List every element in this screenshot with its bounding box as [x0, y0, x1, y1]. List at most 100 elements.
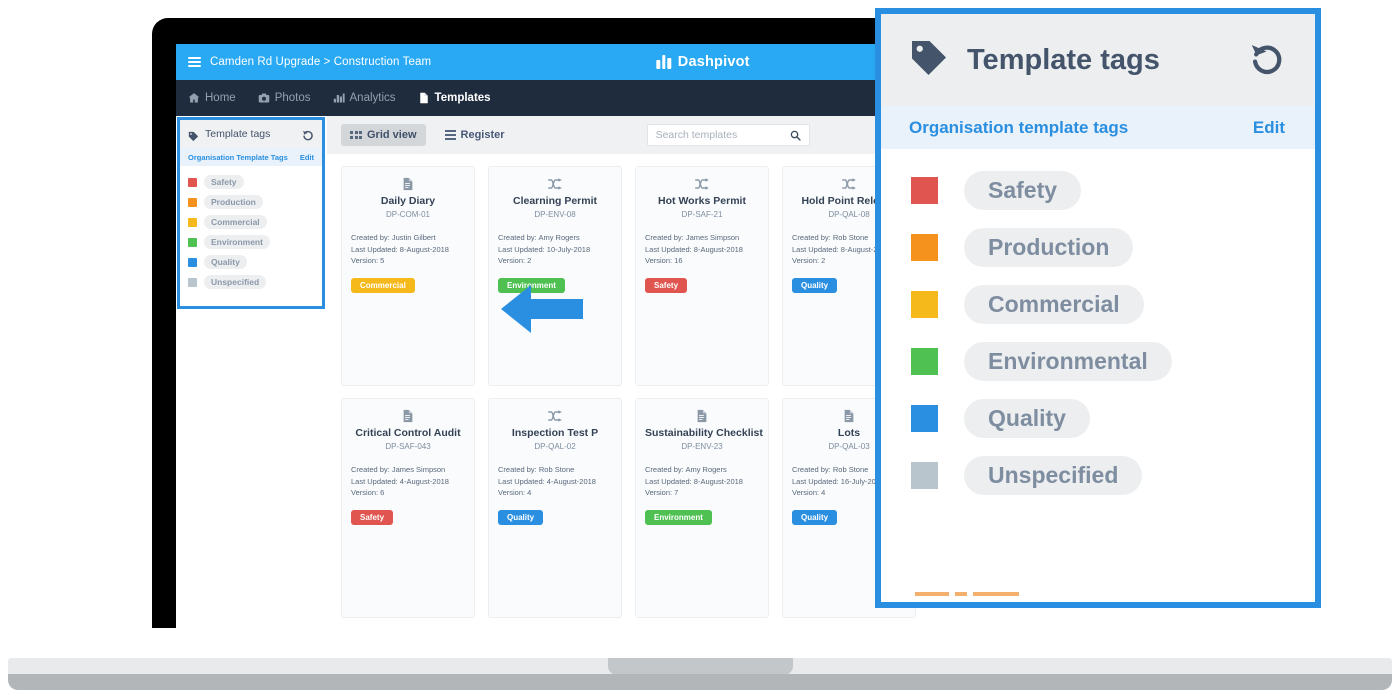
tag-color-swatch	[188, 217, 197, 227]
tag-label: Environment	[204, 235, 270, 249]
template-tags-zoom-panel: Template tags Organisation template tags…	[875, 8, 1321, 608]
template-card-created-by: Created by: James Simpson	[351, 465, 446, 474]
template-card-title: Critical Control Audit	[355, 427, 461, 439]
search-icon[interactable]	[790, 130, 801, 141]
zoom-panel-tag-row[interactable]: Quality	[911, 399, 1315, 438]
template-card[interactable]: Daily Diary DP-COM-01 Created by: Justin G…	[341, 166, 475, 386]
sidebar-tag-row[interactable]: Safety	[188, 175, 322, 189]
nav-item-home[interactable]: Home	[188, 92, 236, 104]
tag-color-swatch	[188, 177, 197, 187]
nav-item-analytics[interactable]: Analytics	[333, 92, 396, 104]
sidebar-tag-row[interactable]: Production	[188, 195, 322, 209]
flow-icon	[498, 177, 612, 193]
template-card[interactable]: Sustainability Checklist DP-ENV-23 Created…	[635, 398, 769, 618]
nav-item-photos[interactable]: Photos	[258, 92, 311, 104]
sidebar-header: Template tags	[180, 120, 322, 148]
sidebar-tag-list: Safety Production Commercial Environment Qua…	[180, 166, 322, 289]
template-card-last-updated: Last Updated: 8-August-2018	[645, 476, 743, 486]
zoom-panel-tag-row[interactable]: Commercial	[911, 285, 1315, 324]
template-card-title: Clearning Permit	[512, 195, 598, 207]
zoom-panel-edit-link[interactable]: Edit	[1253, 118, 1285, 138]
template-card-code: DP-SAF-043	[385, 442, 431, 451]
template-card-meta: Created by: Amy Rogers Last Updated: 10-J…	[498, 232, 612, 267]
tag-color-swatch	[911, 405, 938, 432]
template-card-version: Version: 16	[645, 256, 683, 266]
template-card-tag: Quality	[792, 509, 838, 525]
zoom-panel-tag-row[interactable]: Safety	[911, 171, 1315, 210]
sidebar-tag-row[interactable]: Commercial	[188, 215, 322, 229]
template-card-last-updated: Last Updated: 8-August-2018	[645, 244, 743, 254]
template-card-tag: Safety	[645, 277, 688, 293]
laptop-base-shadow	[8, 674, 1392, 690]
screenshot-stage: Camden Rd Upgrade > Construction Team Da…	[0, 0, 1400, 700]
nav-label: Analytics	[349, 92, 396, 104]
template-card-last-updated: Last Updated: 4-August-2018	[498, 476, 596, 486]
template-card[interactable]: Hot Works Permit DP-SAF-21 Created by: Jam…	[635, 166, 769, 386]
template-card-meta: Created by: James Simpson Last Updated: 4…	[351, 464, 465, 499]
sidebar-title: Template tags	[205, 128, 271, 140]
template-card-created-by: Created by: Rob Stone	[498, 465, 575, 474]
register-view-button[interactable]: Register	[436, 124, 514, 146]
sidebar-tag-row[interactable]: Environment	[188, 235, 322, 249]
template-card-code: DP-QAL-02	[534, 442, 576, 451]
undo-icon[interactable]	[1249, 40, 1285, 81]
template-card-version: Version: 6	[351, 488, 385, 498]
tag-label: Safety	[204, 175, 244, 189]
template-card-last-updated: Last Updated: 10-July-2018	[498, 244, 591, 254]
undo-icon[interactable]	[302, 128, 314, 141]
zoom-panel-tag-row[interactable]: Environmental	[911, 342, 1315, 381]
template-card-version: Version: 2	[498, 256, 532, 266]
flow-icon	[498, 409, 612, 425]
hamburger-icon[interactable]	[188, 57, 201, 67]
home-icon	[188, 92, 200, 104]
grid-view-button[interactable]: Grid view	[341, 124, 426, 146]
template-card-created-by: Created by: Justin Gilbert	[351, 233, 436, 242]
sidebar-tag-row[interactable]: Unspecified	[188, 275, 322, 289]
zoom-panel-tag-list: Safety Production Commercial Environmental Q…	[881, 149, 1315, 495]
bar-chart-icon	[333, 92, 345, 104]
sidebar-section-label: Organisation Template Tags	[188, 152, 288, 162]
zoom-panel-tag-row[interactable]: Unspecified	[911, 456, 1315, 495]
sidebar-tag-row[interactable]: Quality	[188, 255, 322, 269]
template-card-tag: Quality	[498, 509, 544, 525]
tag-color-swatch	[911, 291, 938, 318]
grid-icon	[350, 131, 362, 139]
tag-label: Safety	[964, 171, 1082, 210]
tag-label: Commercial	[964, 285, 1144, 324]
breadcrumb: Camden Rd Upgrade > Construction Team	[210, 56, 432, 68]
tag-color-swatch	[188, 237, 197, 247]
list-icon	[444, 130, 456, 140]
template-card[interactable]: Inspection Test P DP-QAL-02 Created by: Ro…	[488, 398, 622, 618]
tag-icon	[188, 129, 199, 141]
template-card[interactable]: Clearning Permit DP-ENV-08 Created by: Amy…	[488, 166, 622, 386]
search-input[interactable]: Search templates	[646, 124, 810, 146]
tag-label: Unspecified	[964, 456, 1143, 495]
tag-label: Production	[204, 195, 263, 209]
template-card-meta: Created by: Justin Gilbert Last Updated: …	[351, 232, 465, 267]
tag-color-swatch	[911, 234, 938, 261]
clipped-content-sliver	[915, 592, 1019, 596]
zoom-panel-section-label: Organisation template tags	[909, 117, 1129, 137]
tag-icon	[909, 38, 949, 83]
nav-label: Home	[205, 92, 236, 104]
template-card-created-by: Created by: Amy Rogers	[498, 233, 580, 242]
tag-label: Environmental	[964, 342, 1172, 381]
camera-icon	[258, 92, 270, 104]
search-placeholder: Search templates	[655, 129, 738, 141]
template-card-code: DP-SAF-21	[681, 210, 723, 219]
template-card-code: DP-ENV-08	[534, 210, 576, 219]
template-card-created-by: Created by: Amy Rogers	[645, 465, 727, 474]
template-card-tag: Safety	[351, 509, 394, 525]
sidebar-edit-link[interactable]: Edit	[300, 153, 314, 162]
template-card[interactable]: Critical Control Audit DP-SAF-043 Created …	[341, 398, 475, 618]
template-card-title: Hot Works Permit	[658, 195, 746, 207]
document-icon	[418, 92, 430, 104]
tag-label: Commercial	[204, 215, 267, 229]
template-card-version: Version: 7	[645, 488, 679, 498]
tag-label: Quality	[964, 399, 1090, 438]
zoom-panel-tag-row[interactable]: Production	[911, 228, 1315, 267]
tag-color-swatch	[188, 277, 197, 287]
bar-chart-logo-icon	[656, 55, 671, 69]
nav-item-templates[interactable]: Templates	[418, 92, 491, 104]
tag-color-swatch	[188, 257, 197, 267]
